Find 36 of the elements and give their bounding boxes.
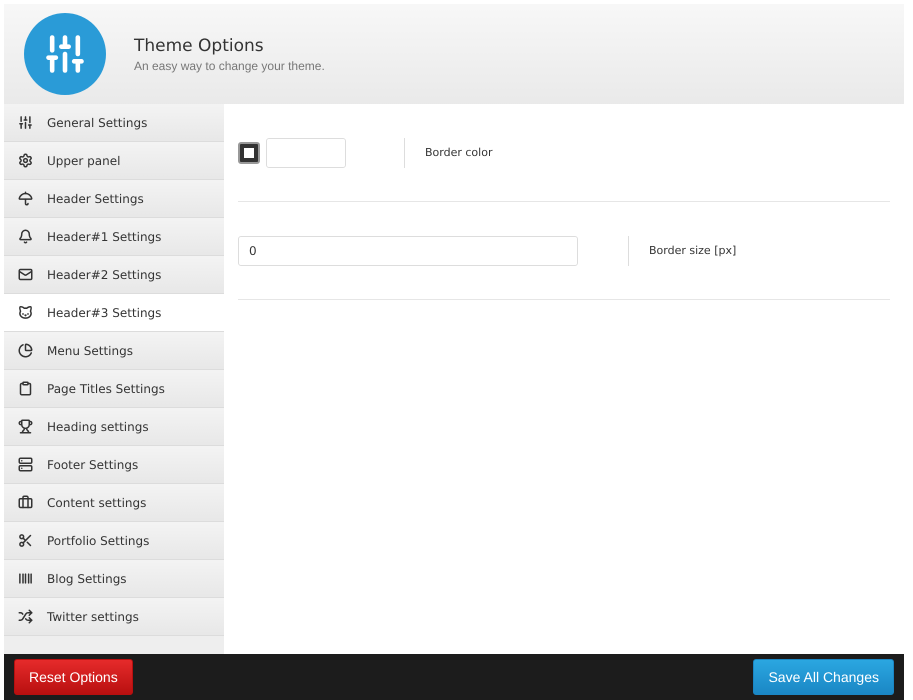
- pie-chart-icon: [18, 343, 33, 358]
- sidebar-item[interactable]: Header#2 Settings: [4, 256, 224, 294]
- clipboard-icon: [18, 381, 33, 396]
- reset-button[interactable]: Reset Options: [14, 659, 133, 695]
- barcode-icon: [18, 571, 33, 586]
- color-swatch[interactable]: [238, 142, 260, 164]
- umbrella-icon: [18, 191, 33, 206]
- option-label: Border color: [425, 146, 492, 159]
- scissors-icon: [18, 533, 33, 548]
- border-size-field[interactable]: 0: [238, 236, 578, 266]
- trophy-icon: [18, 419, 33, 434]
- sidebar-item[interactable]: Page Titles Settings: [4, 370, 224, 408]
- envelope-icon: [18, 267, 33, 282]
- stack-icon: [18, 457, 33, 472]
- shuffle-icon: [18, 609, 33, 624]
- sidebar-item[interactable]: Portfolio Settings: [4, 522, 224, 560]
- cat-icon: [18, 305, 33, 320]
- sidebar-item[interactable]: Header Settings: [4, 180, 224, 218]
- bell-icon: [18, 229, 33, 244]
- color-field[interactable]: [266, 138, 346, 168]
- option-label: Border size [px]: [649, 244, 736, 257]
- sidebar-item[interactable]: Header#3 Settings: [4, 294, 224, 332]
- sidebar-item[interactable]: Header#1 Settings: [4, 218, 224, 256]
- sidebar-item[interactable]: Footer Settings: [4, 446, 224, 484]
- sidebar-item[interactable]: General Settings: [4, 104, 224, 142]
- sidebar-item[interactable]: Upper panel: [4, 142, 224, 180]
- briefcase-icon: [18, 495, 33, 510]
- gear-icon: [18, 153, 33, 168]
- sliders-icon: [18, 115, 33, 130]
- sidebar-item[interactable]: Content settings: [4, 484, 224, 522]
- page-subtitle: An easy way to change your theme.: [134, 58, 325, 72]
- sidebar-item[interactable]: Menu Settings: [4, 332, 224, 370]
- sidebar-item[interactable]: Heading settings: [4, 408, 224, 446]
- page-title: Theme Options: [134, 36, 265, 56]
- sidebar-item[interactable]: Twitter settings: [4, 598, 224, 636]
- sidebar-item[interactable]: Blog Settings: [4, 560, 224, 598]
